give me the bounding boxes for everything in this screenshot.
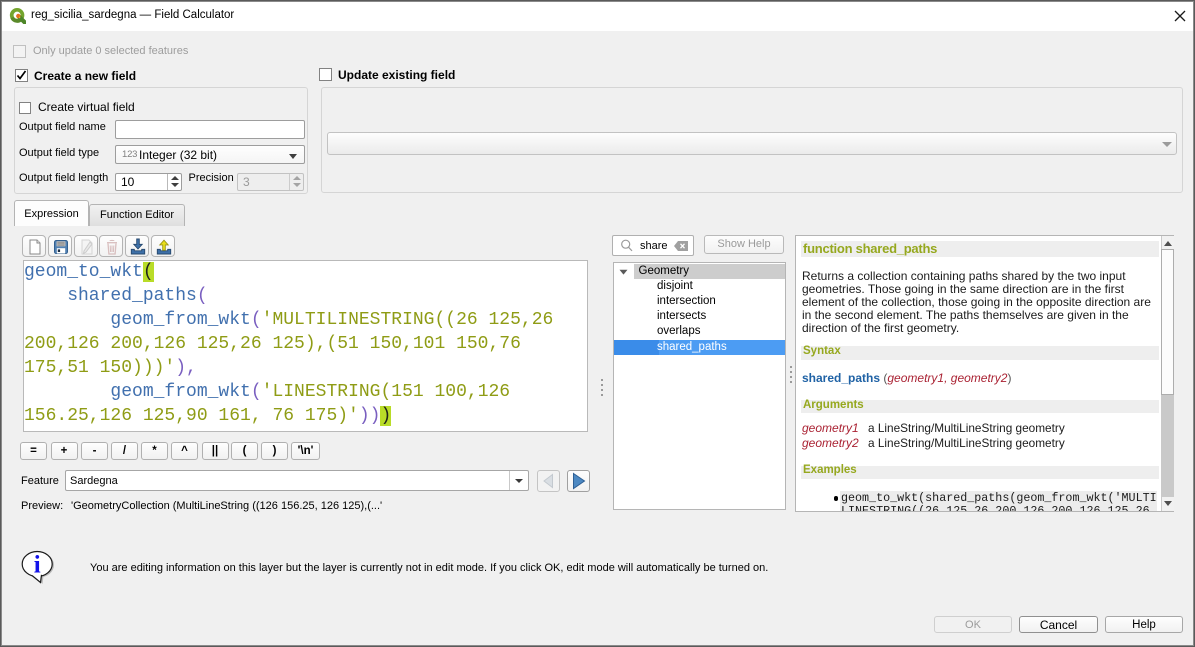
svg-text:i: i bbox=[34, 552, 41, 579]
